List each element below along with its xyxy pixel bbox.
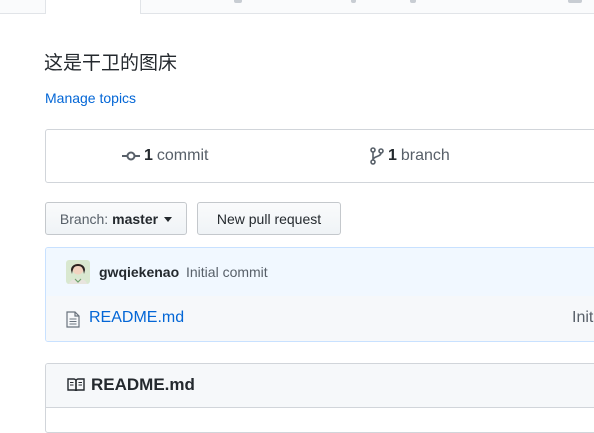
repo-description: 这是干卫的图床: [44, 52, 178, 74]
tab-icon-fragment: [234, 0, 242, 3]
commits-count: 1: [144, 147, 153, 164]
readme-box: README.md: [45, 363, 594, 433]
commits-link[interactable]: 1 commit: [122, 130, 208, 182]
tab-icon-fragment: [410, 0, 416, 3]
file-commit-message[interactable]: Initial commit: [572, 309, 594, 327]
tab-icon-fragment: [568, 0, 582, 3]
latest-commit-bar: gwqiekenao Initial commit: [46, 248, 594, 297]
branch-select-label: Branch:: [59, 210, 109, 227]
tab-icon-fragment: [351, 0, 356, 3]
repo-summary: 1 commit 1 branch: [45, 129, 594, 183]
book-icon: [67, 378, 85, 392]
branch-select-button[interactable]: Branch: master: [45, 202, 187, 235]
tab-code[interactable]: [45, 0, 141, 14]
file-name-link[interactable]: README.md: [89, 309, 184, 327]
commits-label: commit: [156, 147, 209, 164]
caret-down-icon: [164, 217, 173, 222]
avatar[interactable]: [66, 260, 90, 284]
branch-icon: [370, 147, 384, 165]
branches-link[interactable]: 1 branch: [370, 130, 450, 182]
readme-header: README.md: [46, 364, 594, 408]
commit-message[interactable]: Initial commit: [186, 264, 268, 280]
branches-label: branch: [400, 147, 450, 164]
new-pull-request-button[interactable]: New pull request: [197, 202, 341, 235]
table-row: README.md Initial commit: [46, 296, 594, 341]
file-list: gwqiekenao Initial commit README.md Init…: [45, 247, 594, 342]
file-icon: [66, 311, 80, 328]
readme-title: README.md: [91, 375, 195, 394]
commit-author[interactable]: gwqiekenao: [99, 264, 179, 280]
manage-topics-link[interactable]: Manage topics: [45, 90, 136, 106]
branch-select-value: master: [112, 210, 159, 227]
branches-count: 1: [388, 147, 397, 164]
commit-icon: [122, 151, 140, 161]
